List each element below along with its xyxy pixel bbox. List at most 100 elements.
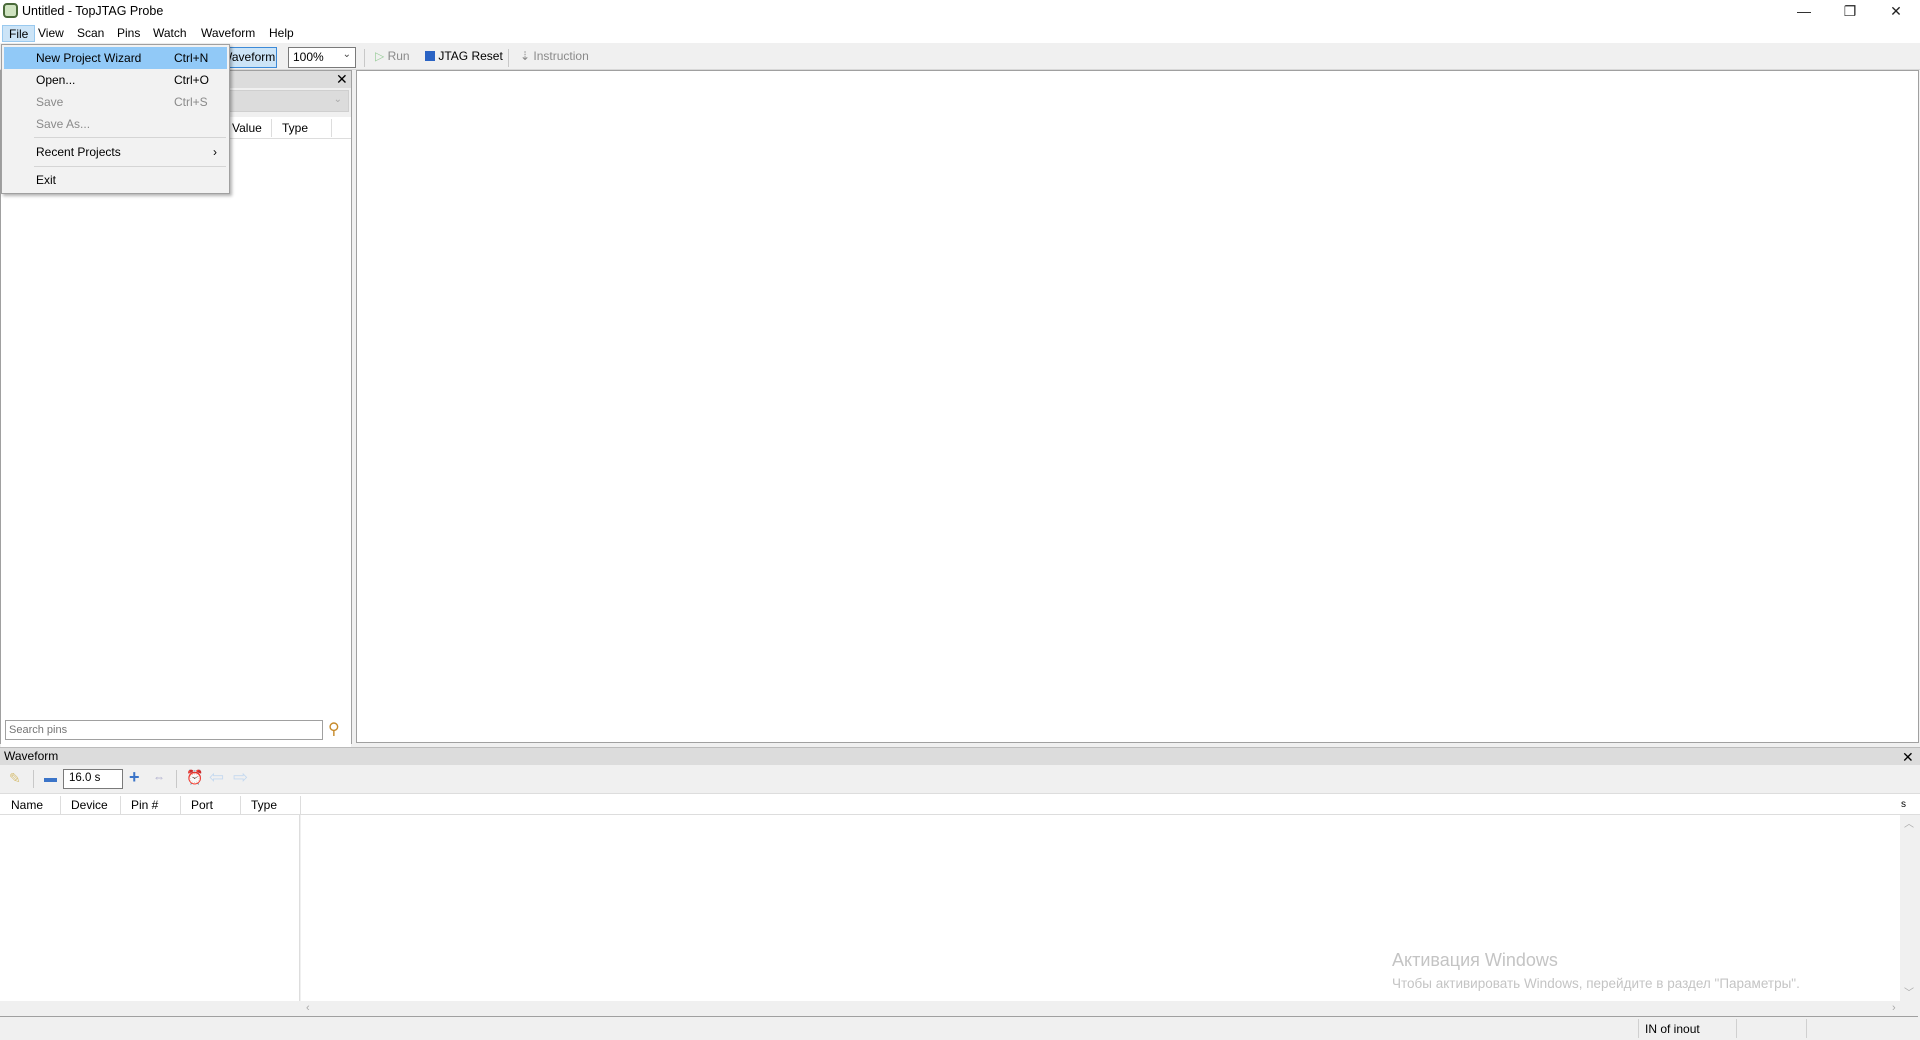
column-port[interactable]: Port [191, 798, 213, 812]
status-divider [1806, 1019, 1807, 1038]
menu-separator [34, 166, 226, 167]
waveform-canvas: Активация Windows Чтобы активировать Win… [301, 815, 1900, 1001]
column-type[interactable]: Type [282, 121, 308, 135]
menu-item-exit[interactable]: Exit [4, 169, 227, 191]
column-device[interactable]: Device [71, 798, 108, 812]
column-value[interactable]: Value [232, 121, 262, 135]
activation-watermark-title: Активация Windows [1392, 950, 1558, 970]
toolbar-separator [508, 49, 509, 67]
close-icon[interactable]: ✕ [1902, 750, 1914, 764]
menu-file[interactable]: File [2, 25, 36, 42]
vertical-scrollbar[interactable]: ︿ ﹀ [1900, 815, 1918, 1001]
chevron-right-icon: › [213, 145, 217, 159]
menu-help[interactable]: Help [263, 25, 300, 42]
menu-item-label: New Project Wizard [36, 51, 142, 65]
close-icon[interactable]: ✕ [336, 72, 348, 86]
column-divider [120, 796, 121, 814]
toolbar: Waveform 100% ⌄ ▷ Run JTAG Reset ⇣ Instru… [0, 43, 1920, 70]
waveform-column-header: Name Device Pin # Port Type s [0, 793, 1920, 815]
menu-scan[interactable]: Scan [71, 25, 110, 42]
chevron-down-icon: ⌄ [333, 94, 342, 105]
zoom-in-icon[interactable]: + [129, 767, 140, 788]
menu-waveform[interactable]: Waveform [195, 25, 261, 42]
file-menu-dropdown: New Project Wizard Ctrl+N Open... Ctrl+O S… [1, 44, 230, 194]
toolbar-separator [33, 770, 34, 788]
close-button[interactable]: ✕ [1873, 0, 1919, 23]
menu-separator [34, 137, 226, 138]
title-bar: Untitled - TopJTAG Probe — ❐ ✕ [0, 0, 1920, 23]
restore-button[interactable]: ❐ [1827, 0, 1873, 23]
menu-item-label: Open... [36, 73, 76, 87]
column-divider [300, 796, 301, 814]
column-divider [180, 796, 181, 814]
time-unit-label: s [1901, 799, 1906, 810]
status-bar: IN of inout [0, 1017, 1920, 1040]
window-title: Untitled - TopJTAG Probe [22, 4, 164, 18]
fit-icon[interactable]: ⇔ [153, 770, 165, 784]
menu-item-open[interactable]: Open... Ctrl+O [4, 69, 227, 91]
run-button[interactable]: ▷ Run [375, 47, 410, 67]
menu-item-save[interactable]: Save Ctrl+S [4, 91, 227, 113]
instruction-icon: ⇣ [520, 49, 531, 63]
search-icon[interactable]: ⚲ [328, 719, 340, 739]
column-pin[interactable]: Pin # [131, 798, 158, 812]
menu-item-label: Recent Projects [36, 145, 121, 159]
menu-view[interactable]: View [32, 25, 70, 42]
column-type[interactable]: Type [251, 798, 277, 812]
broom-clear-icon[interactable]: ✎ [9, 770, 21, 787]
toolbar-separator [176, 770, 177, 788]
horizontal-scrollbar[interactable]: ‹ › [0, 1001, 1918, 1017]
zoom-value: 100% [293, 50, 324, 64]
menu-bar: File View Scan Pins Watch Waveform Help [0, 23, 1920, 43]
jtag-reset-label: JTAG Reset [438, 49, 503, 63]
waveform-toolbar: ✎ 16.0 s + ⇔ ⏰ ⇦ ⇨ [0, 766, 1920, 792]
menu-item-shortcut: Ctrl+S [174, 95, 208, 109]
menu-item-label: Exit [36, 173, 57, 187]
menu-item-shortcut: Ctrl+O [174, 73, 210, 87]
jtag-reset-button[interactable]: JTAG Reset [425, 47, 503, 67]
scroll-right-icon[interactable]: › [1892, 1002, 1896, 1014]
app-icon [3, 3, 18, 18]
menu-item-save-as[interactable]: Save As... [4, 113, 227, 135]
arrow-left-icon[interactable]: ⇦ [209, 767, 224, 788]
menu-item-label: Save [36, 95, 64, 109]
zoom-combo[interactable]: 100% ⌄ [288, 47, 356, 68]
scroll-down-icon[interactable]: ﹀ [1900, 984, 1918, 999]
reset-icon [425, 51, 435, 61]
menu-item-shortcut: Ctrl+N [174, 51, 209, 65]
column-divider [240, 796, 241, 814]
column-divider [271, 119, 272, 137]
scroll-up-icon[interactable]: ︿ [1900, 815, 1918, 830]
main-view [356, 70, 1919, 743]
status-divider [1736, 1019, 1737, 1038]
chevron-down-icon: ⌄ [342, 49, 351, 60]
time-scale-input[interactable]: 16.0 s [63, 769, 123, 789]
menu-item-new-project-wizard[interactable]: New Project Wizard Ctrl+N [4, 47, 227, 69]
alarm-clock-icon[interactable]: ⏰ [186, 769, 203, 786]
waveform-signal-list [0, 815, 300, 1001]
activation-watermark-text: Чтобы активировать Windows, перейдите в … [1392, 976, 1800, 991]
menu-pins[interactable]: Pins [111, 25, 146, 42]
instruction-label: Instruction [533, 49, 589, 63]
arrow-right-icon[interactable]: ⇨ [233, 767, 248, 788]
play-icon: ▷ [375, 49, 385, 63]
menu-item-recent-projects[interactable]: Recent Projects › [4, 141, 227, 163]
column-divider [60, 796, 61, 814]
instruction-button[interactable]: ⇣ Instruction [520, 47, 589, 67]
menu-watch[interactable]: Watch [147, 25, 193, 42]
status-divider [1638, 1019, 1639, 1038]
toolbar-separator [364, 49, 365, 67]
menu-item-label: Save As... [36, 117, 91, 131]
zoom-out-icon[interactable] [44, 778, 57, 782]
minimize-button[interactable]: — [1781, 0, 1827, 23]
status-text: IN of inout [1645, 1022, 1700, 1036]
search-pins-input[interactable] [5, 720, 323, 740]
scroll-left-icon[interactable]: ‹ [306, 1002, 310, 1014]
run-label: Run [387, 49, 410, 63]
waveform-panel: Waveform ✕ ✎ 16.0 s + ⇔ ⏰ ⇦ ⇨ Name Devic… [0, 747, 1920, 1017]
waveform-panel-title: Waveform [4, 749, 59, 763]
waveform-panel-header: Waveform ✕ [0, 747, 1920, 765]
column-divider [331, 119, 332, 137]
pins-list [1, 139, 351, 783]
column-name[interactable]: Name [11, 798, 43, 812]
